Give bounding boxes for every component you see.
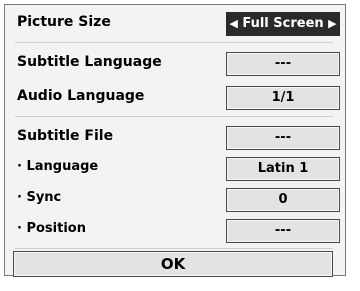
subtitle-file-row: Subtitle File --- [5, 123, 345, 153]
picture-size-label: Picture Size [17, 14, 111, 30]
language-label: · Language [17, 159, 99, 174]
position-row: · Position --- [5, 216, 345, 246]
subtitle-language-field[interactable]: --- [226, 52, 340, 76]
right-arrow-icon[interactable]: ▶ [328, 17, 336, 30]
subtitle-language-label: Subtitle Language [17, 54, 162, 70]
subtitle-file-label: Subtitle File [17, 128, 114, 144]
language-row: · Language Latin 1 [5, 154, 345, 184]
position-field[interactable]: --- [226, 219, 340, 243]
divider [15, 116, 333, 117]
divider [15, 42, 333, 43]
picture-size-selector[interactable]: ◀ Full Screen ▶ [226, 12, 340, 36]
subtitle-language-row: Subtitle Language --- [5, 49, 345, 79]
picture-size-row: Picture Size ◀ Full Screen ▶ [5, 9, 345, 39]
sync-field[interactable]: 0 [226, 188, 340, 212]
sync-label: · Sync [17, 190, 62, 205]
left-arrow-icon[interactable]: ◀ [229, 17, 237, 30]
ok-button[interactable]: OK [13, 251, 333, 277]
audio-language-row: Audio Language 1/1 [5, 83, 345, 113]
position-label: · Position [17, 221, 86, 236]
subtitle-settings-panel: Picture Size ◀ Full Screen ▶ Subtitle La… [4, 4, 346, 277]
audio-language-label: Audio Language [17, 88, 145, 104]
sync-row: · Sync 0 [5, 185, 345, 215]
divider [15, 248, 333, 249]
picture-size-value: Full Screen [242, 16, 324, 31]
language-field[interactable]: Latin 1 [226, 157, 340, 181]
subtitle-file-field[interactable]: --- [226, 126, 340, 150]
audio-language-field[interactable]: 1/1 [226, 86, 340, 110]
